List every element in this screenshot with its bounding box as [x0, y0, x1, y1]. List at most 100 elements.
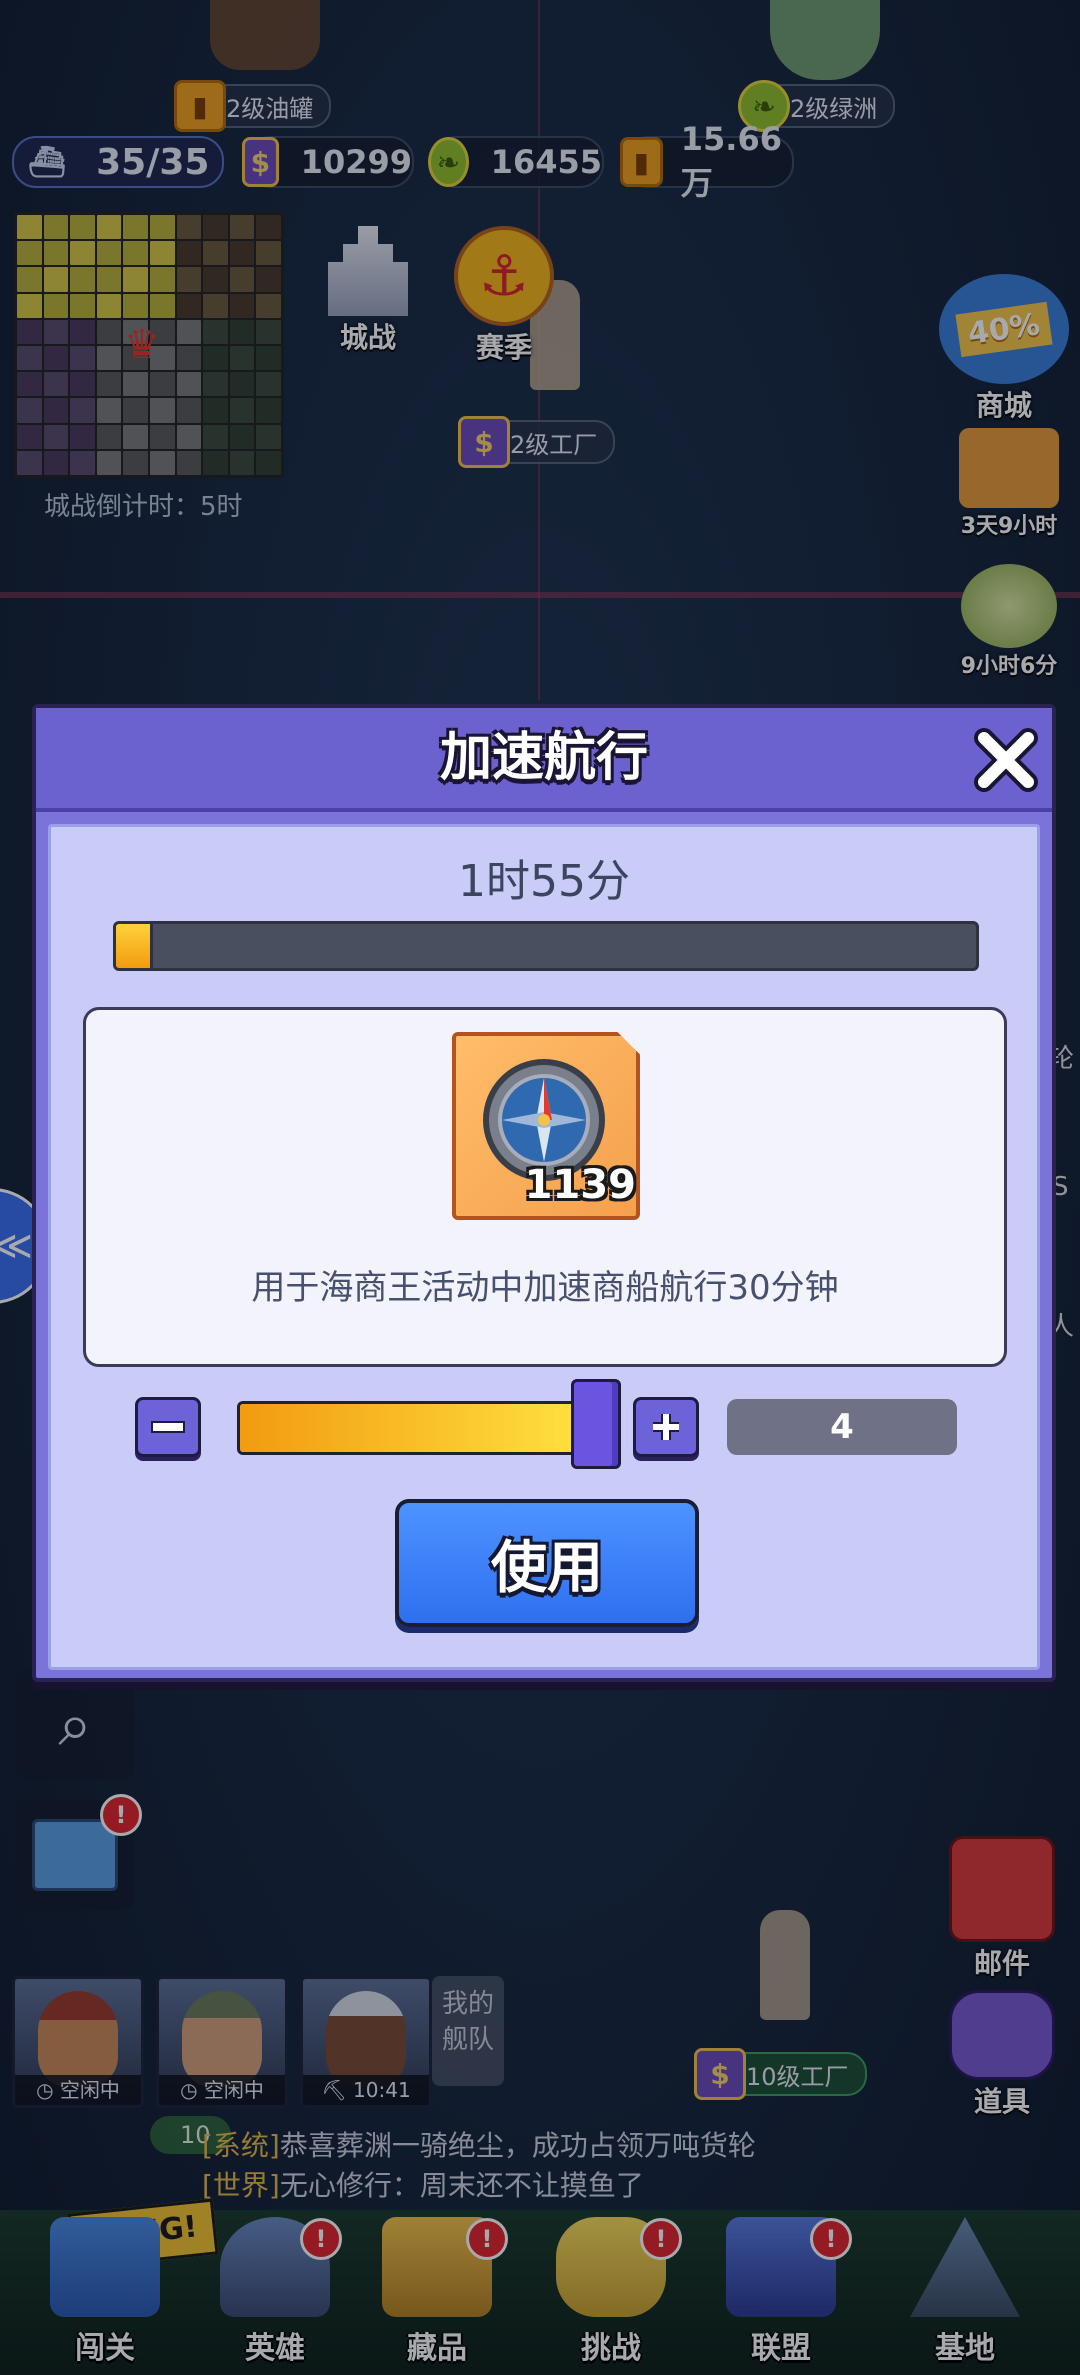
oil-can-icon: ▮ [620, 137, 663, 187]
minimap-tile [43, 215, 69, 240]
minimap-tile [203, 424, 228, 449]
factory-10-label[interactable]: $ 10级工厂 [694, 2048, 867, 2100]
minimap-tile [43, 293, 69, 318]
hero-portrait [182, 1991, 262, 2087]
fleet-hero-card[interactable]: ◷ 空闲中 [156, 1976, 288, 2108]
decrease-button[interactable] [135, 1397, 201, 1457]
shop-discount-icon: 40% [939, 274, 1069, 384]
event-2-button[interactable]: 9小时6分 [944, 564, 1074, 680]
fleet-hero-card[interactable]: ⛏ 10:41 [300, 1976, 432, 2108]
minimap-tile [176, 241, 202, 266]
chat-line-system[interactable]: [系统]恭喜葬渊一骑绝尘，成功占领万吨货轮 [202, 2124, 756, 2164]
nav-challenge[interactable]: 挑战 ! [526, 2210, 696, 2375]
oil-tank-island[interactable] [210, 0, 320, 70]
nav-heroes[interactable]: 英雄 ! [190, 2210, 360, 2375]
nav-base[interactable]: 基地 [880, 2210, 1050, 2375]
chat-tag: [世界] [202, 2169, 280, 2202]
nav-levels[interactable]: 闯关 [20, 2210, 190, 2375]
boat-event-icon [959, 428, 1059, 508]
quantity-slider-thumb[interactable] [571, 1379, 621, 1469]
ship-count-pill[interactable]: ⛴ 35/35 [12, 136, 224, 188]
shop-discount-text: 40% [955, 301, 1053, 357]
map-icon [32, 1819, 118, 1891]
minimap-tile [43, 450, 69, 475]
minimap-tile [43, 267, 69, 292]
clock-icon: ◷ [36, 2078, 60, 2102]
base-tent-icon [910, 2217, 1020, 2317]
hero-status-text: 10:41 [353, 2078, 411, 2102]
leaves-pill[interactable]: ❧ 16455 [428, 136, 604, 188]
shop-button[interactable]: 40% 商城 [934, 274, 1074, 424]
minimap-tile [17, 241, 42, 266]
minimap-tile [203, 372, 228, 397]
oil-tank-label[interactable]: ▮ 2级油罐 [174, 80, 332, 132]
ship-sprite[interactable] [760, 1910, 810, 2020]
factory-2-label[interactable]: $ 2级工厂 [458, 416, 616, 468]
minimap-tile [176, 450, 202, 475]
my-fleet-button[interactable]: 我的舰队 [432, 1976, 504, 2086]
minimap-tile [176, 424, 202, 449]
use-button[interactable]: 使用 [395, 1499, 699, 1627]
minimap-tile [229, 398, 255, 423]
mail-button[interactable]: 邮件 [940, 1836, 1064, 1982]
minimap-tile [123, 372, 148, 397]
coconut-icon [961, 564, 1057, 648]
items-button[interactable]: 道具 [940, 1990, 1064, 2120]
chat-line-world[interactable]: [世界]无心修行：周末还不让摸鱼了 [202, 2164, 644, 2204]
city-war-button[interactable]: 城战 [308, 226, 428, 356]
minimap-tile [70, 267, 95, 292]
quantity-slider[interactable] [237, 1401, 591, 1455]
horizon-line [0, 592, 1080, 598]
fleet-hero-card[interactable]: ◷ 空闲中 [12, 1976, 144, 2108]
oasis-island[interactable] [770, 0, 880, 80]
nav-heroes-label: 英雄 [245, 2331, 305, 2366]
minimap-tile [70, 293, 95, 318]
map-button[interactable]: ! [16, 1794, 142, 1910]
coins-value: 10299 [300, 143, 412, 181]
oil-pill[interactable]: ▮ 15.66万 [620, 120, 794, 202]
minimap-tile [229, 267, 255, 292]
close-button[interactable] [970, 724, 1042, 796]
increase-button[interactable] [633, 1397, 699, 1457]
coins-pill[interactable]: $ 10299 [242, 136, 414, 188]
minimap-tile [256, 319, 281, 344]
chat-message: 无心修行：周末还不让摸鱼了 [279, 2169, 644, 2202]
magnifier-icon: ⌕ [58, 1690, 92, 1760]
minimap-tile [256, 215, 281, 240]
minimap-tile [229, 241, 255, 266]
minimap-tile [70, 215, 95, 240]
nav-collection[interactable]: 藏品 ! [352, 2210, 522, 2375]
minimap-tile [43, 372, 69, 397]
minimap-tile [17, 293, 42, 318]
minimap-tile [123, 293, 148, 318]
plus-icon [653, 1414, 679, 1440]
minimap-tile [203, 293, 228, 318]
minimap-tile [150, 398, 175, 423]
oasis-label-text: 2级绿洲 [790, 94, 878, 123]
hero-portrait [38, 1991, 118, 2087]
minimap-tile [17, 319, 42, 344]
minimap-tile [70, 241, 95, 266]
minimap-tile [203, 241, 228, 266]
remaining-time: 1时55分 [458, 856, 630, 907]
quantity-field[interactable]: 4 [727, 1399, 957, 1455]
minimap-tile [229, 372, 255, 397]
hero-status: ◷ 空闲中 [159, 2075, 285, 2105]
minimap-tile [43, 346, 69, 371]
item-description: 用于海商王活动中加速商船航行30分钟 [251, 1268, 839, 1308]
factory-10-label-text: 10级工厂 [746, 2062, 849, 2091]
minimap-tile [256, 241, 281, 266]
sail-progress-fill [116, 924, 154, 968]
magnifier-button[interactable]: ⌕ [16, 1670, 134, 1780]
minimap-tile [176, 293, 202, 318]
minimap-tile [96, 267, 122, 292]
event-1-button[interactable]: 3天9小时 [944, 428, 1074, 540]
minimap-tile [96, 346, 122, 371]
minimap-tile [203, 215, 228, 240]
minimap-tile [203, 319, 228, 344]
nav-alliance[interactable]: 联盟 ! [696, 2210, 866, 2375]
coin-icon: $ [458, 416, 510, 468]
minimap-tile [17, 398, 42, 423]
season-label: 赛季 [475, 331, 532, 364]
season-button[interactable]: ⚓ 赛季 [444, 226, 564, 366]
